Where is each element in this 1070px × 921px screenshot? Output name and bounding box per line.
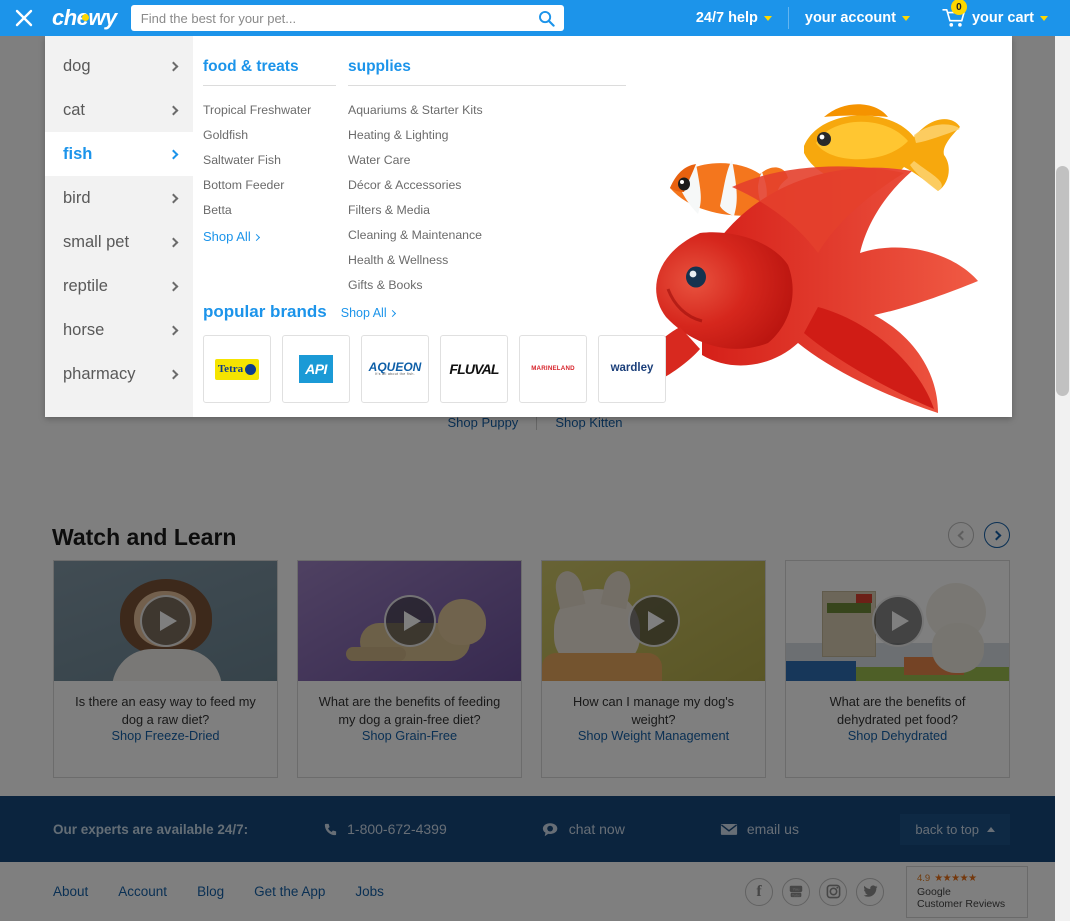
shop-all-link[interactable]: Shop All — [203, 222, 348, 250]
sidebar-item-label: dog — [63, 56, 91, 75]
brand-label: Tetra — [217, 362, 244, 375]
sidebar-item-label: horse — [63, 320, 105, 339]
popular-brands-section: popular brands Shop All Tetra API AQUEON… — [203, 302, 666, 403]
chevron-right-icon — [168, 105, 179, 115]
scrollbar-thumb[interactable] — [1056, 166, 1069, 396]
sidebar-item-dog[interactable]: dog — [45, 44, 193, 88]
megamenu-content: food & treats Tropical Freshwater Goldfi… — [193, 36, 1012, 417]
sidebar-item-label: bird — [63, 188, 91, 207]
search-bar[interactable] — [130, 5, 564, 31]
cart-count-badge: 0 — [950, 0, 967, 15]
cart-icon-wrap: 0 — [942, 0, 967, 28]
brand-label: FLUVAL — [449, 361, 499, 377]
chevron-down-icon — [901, 15, 910, 21]
brand-card-fluval[interactable]: FLUVAL — [440, 335, 508, 403]
chewy-logo[interactable]: chewy — [52, 5, 117, 31]
chevron-right-icon — [168, 281, 179, 291]
menu-link[interactable]: Saltwater Fish — [203, 147, 348, 172]
brand-logo-row: Tetra API AQUEON It's all about the fish.… — [203, 335, 666, 403]
menu-link[interactable]: Goldfish — [203, 122, 348, 147]
sidebar-item-cat[interactable]: cat — [45, 88, 193, 132]
column-title: supplies — [348, 58, 626, 86]
menu-link[interactable]: Bottom Feeder — [203, 172, 348, 197]
menu-link[interactable]: Décor & Accessories — [348, 172, 638, 197]
sidebar-item-label: pharmacy — [63, 364, 136, 383]
close-icon — [15, 9, 33, 27]
close-menu-button[interactable] — [0, 0, 48, 36]
page-scrollbar[interactable] — [1055, 36, 1070, 921]
sidebar-item-label: cat — [63, 100, 86, 119]
chevron-down-icon — [1040, 15, 1048, 21]
logo-dot-icon — [82, 14, 89, 21]
column-title: food & treats — [203, 58, 336, 86]
sidebar-item-small-pet[interactable]: small pet — [45, 220, 193, 264]
account-menu[interactable]: your account — [789, 7, 926, 29]
shop-all-label: Shop All — [340, 306, 387, 320]
help-label: 24/7 help — [695, 10, 758, 26]
popular-brands-header: popular brands Shop All — [203, 302, 666, 322]
menu-link[interactable]: Water Care — [348, 147, 638, 172]
popular-brands-title: popular brands — [203, 302, 327, 321]
tetra-mark-icon — [245, 363, 257, 375]
category-megamenu: dog cat fish bird small pet reptile hors… — [45, 36, 1012, 417]
brand-card-api[interactable]: API — [282, 335, 350, 403]
account-label: your account — [804, 10, 896, 26]
header-actions: 24/7 help your account 0 your cart — [680, 0, 1070, 36]
brand-card-wardley[interactable]: wardley — [598, 335, 666, 403]
chevron-right-icon — [388, 309, 396, 318]
menu-link[interactable]: Health & Wellness — [348, 247, 638, 272]
chevron-right-icon — [168, 325, 179, 335]
chevron-right-icon — [252, 233, 260, 242]
search-input[interactable] — [130, 5, 530, 31]
menu-link[interactable]: Gifts & Books — [348, 272, 638, 297]
shop-all-label: Shop All — [203, 229, 251, 244]
brand-label: wardley — [610, 362, 654, 375]
sidebar-item-horse[interactable]: horse — [45, 308, 193, 352]
sidebar-item-label: small pet — [63, 232, 130, 251]
column-supplies: supplies Aquariums & Starter Kits Heatin… — [348, 58, 638, 297]
menu-link[interactable]: Tropical Freshwater — [203, 97, 348, 122]
brand-card-aqueon[interactable]: AQUEON It's all about the fish. — [361, 335, 429, 403]
menu-link[interactable]: Betta — [203, 197, 348, 222]
sidebar-item-label: fish — [63, 144, 93, 163]
brand-tagline: It's all about the fish. — [375, 372, 415, 377]
brand-card-marineland[interactable]: MARINELAND — [519, 335, 587, 403]
megamenu-columns: food & treats Tropical Freshwater Goldfi… — [203, 58, 1012, 297]
search-button[interactable] — [530, 5, 564, 31]
megamenu-sidebar: dog cat fish bird small pet reptile hors… — [45, 36, 193, 417]
chevron-right-icon — [168, 369, 179, 379]
chevron-right-icon — [168, 61, 179, 71]
help-menu[interactable]: 24/7 help — [680, 7, 788, 29]
chevron-right-icon — [168, 149, 179, 159]
brand-label: API — [299, 355, 333, 383]
site-header: chewy 24/7 help your account — [0, 0, 1070, 36]
search-icon — [539, 10, 555, 27]
sidebar-item-fish[interactable]: fish — [45, 132, 193, 176]
brand-label: MARINELAND — [531, 364, 575, 372]
menu-link[interactable]: Cleaning & Maintenance — [348, 222, 638, 247]
cart-label: your cart — [971, 10, 1034, 26]
chevron-right-icon — [168, 193, 179, 203]
chevron-right-icon — [168, 237, 179, 247]
sidebar-item-pharmacy[interactable]: pharmacy — [45, 352, 193, 396]
cart-menu[interactable]: 0 your cart — [926, 0, 1070, 29]
menu-link[interactable]: Heating & Lighting — [348, 122, 638, 147]
menu-link[interactable]: Aquariums & Starter Kits — [348, 97, 638, 122]
brand-card-tetra[interactable]: Tetra — [203, 335, 271, 403]
sidebar-item-reptile[interactable]: reptile — [45, 264, 193, 308]
menu-link[interactable]: Filters & Media — [348, 197, 638, 222]
sidebar-item-label: reptile — [63, 276, 108, 295]
chevron-down-icon — [763, 15, 772, 21]
brands-shop-all-link[interactable]: Shop All — [340, 306, 396, 320]
column-food-and-treats: food & treats Tropical Freshwater Goldfi… — [203, 58, 348, 297]
sidebar-item-bird[interactable]: bird — [45, 176, 193, 220]
